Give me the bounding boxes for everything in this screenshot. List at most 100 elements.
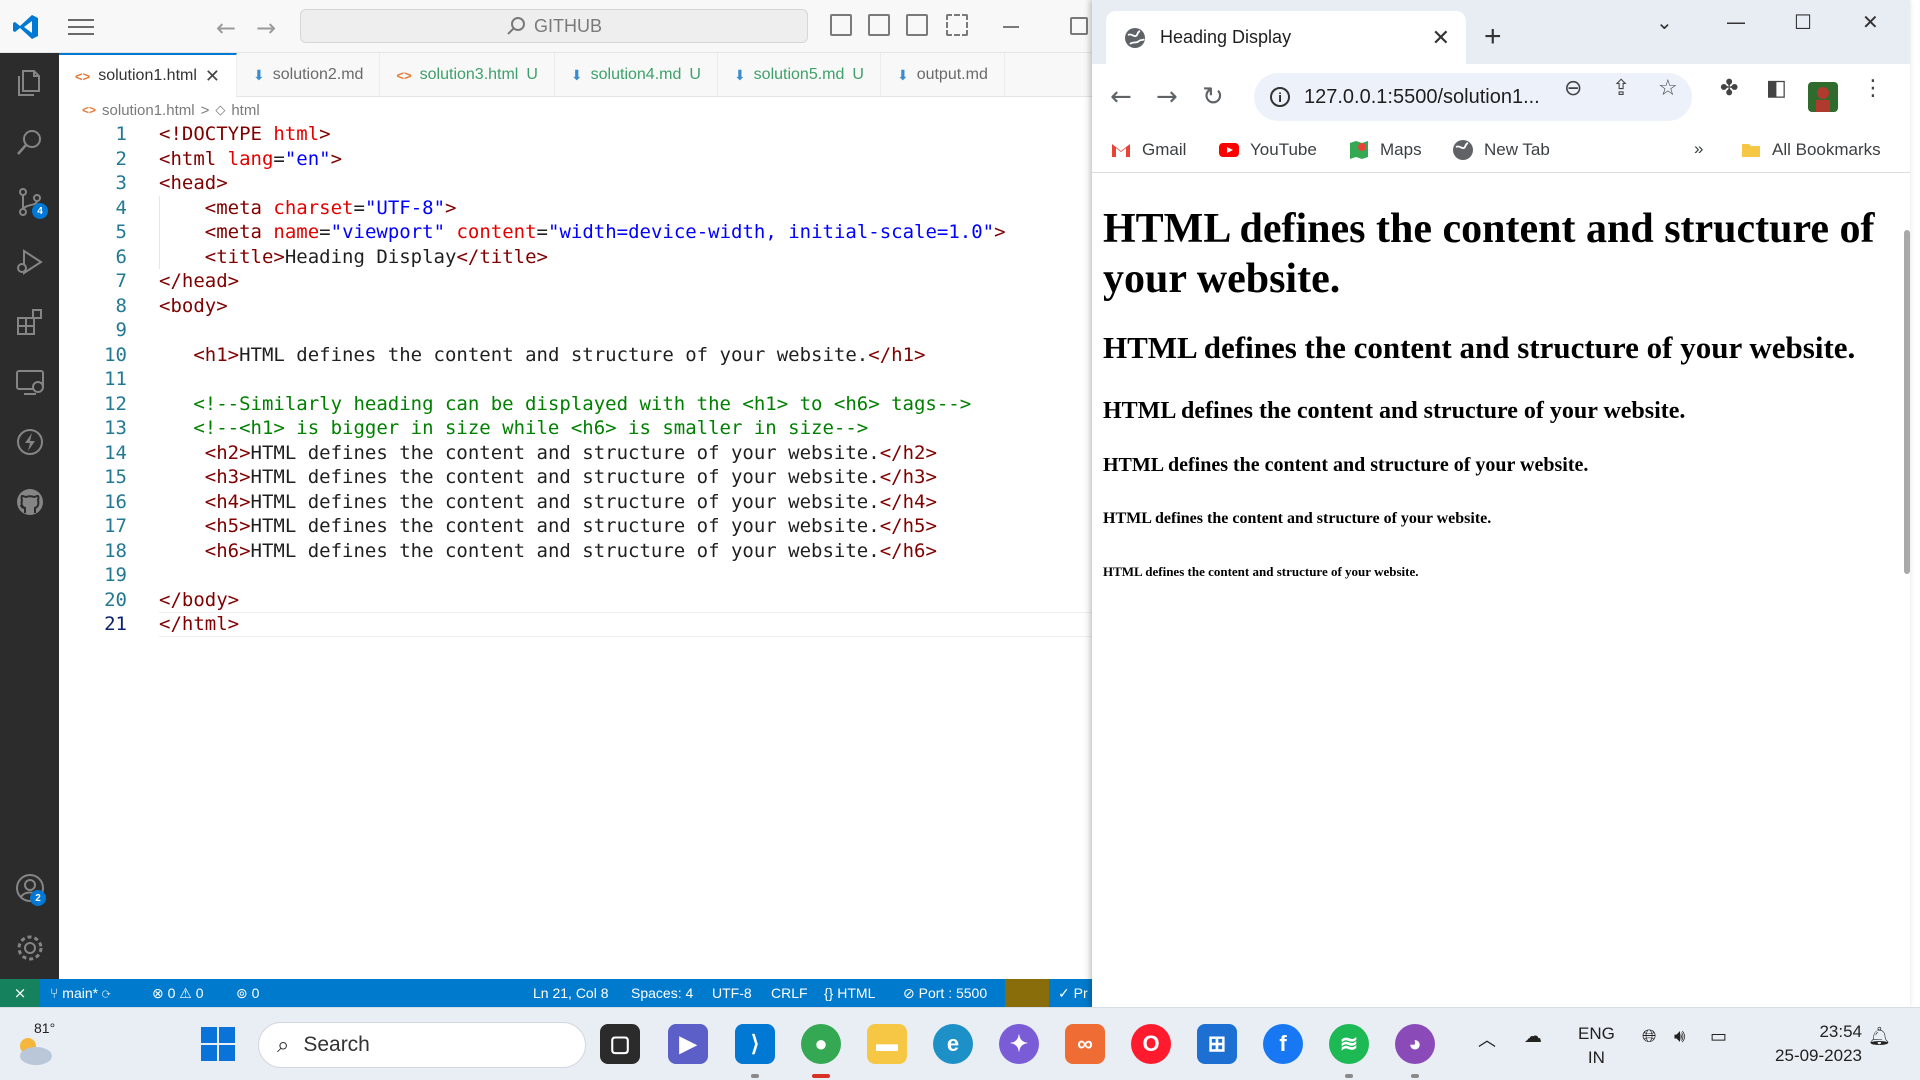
facebook-icon[interactable]: f xyxy=(1263,1024,1303,1064)
file-explorer-icon[interactable]: ▬ xyxy=(867,1024,907,1064)
line-number: 2 xyxy=(115,147,127,170)
vscode-taskbar-icon[interactable]: ⟩ xyxy=(735,1024,775,1064)
code-editor[interactable]: 1 <!DOCTYPE html> 2 <html lang="en"> 3 <head>… xyxy=(59,122,1141,979)
microsoft-store-icon[interactable]: ⊞ xyxy=(1197,1024,1237,1064)
edge-icon[interactable]: e xyxy=(933,1024,973,1064)
editor-tab[interactable]: ⬇ output.md xyxy=(881,53,1005,97)
bookmark-maps[interactable]: Maps xyxy=(1348,139,1422,161)
url-text[interactable]: 127.0.0.1:5500/solution1... xyxy=(1304,86,1540,109)
network-globe-icon[interactable]: 🌐︎ xyxy=(1642,1026,1656,1047)
menu-kebab-icon[interactable]: ⋮ xyxy=(1862,76,1884,101)
accounts-icon[interactable]: 2 xyxy=(14,872,46,906)
minimize-icon[interactable] xyxy=(1003,26,1019,28)
close-tab-icon[interactable]: ✕ xyxy=(205,66,220,87)
reload-icon[interactable]: ↻ xyxy=(1202,82,1224,112)
chrome-taskbar-icon[interactable]: ● xyxy=(801,1024,841,1064)
close-tab-icon[interactable]: ✕ xyxy=(1432,25,1450,51)
copilot-icon[interactable]: ✦ xyxy=(999,1024,1039,1064)
all-bookmarks[interactable]: All Bookmarks xyxy=(1740,139,1881,161)
editor-tab[interactable]: ⬇ solution5.md U xyxy=(718,53,881,97)
cursor-position[interactable]: Ln 21, Col 8 xyxy=(533,979,609,1007)
new-tab-icon[interactable]: + xyxy=(1484,20,1502,54)
clock[interactable]: 23:54 25-09-2023 xyxy=(1775,1020,1862,1068)
indentation-status[interactable]: Spaces: 4 xyxy=(631,979,693,1007)
notification-area[interactable] xyxy=(1005,979,1049,1007)
toggle-panel-icon[interactable] xyxy=(868,14,890,36)
weather-temperature[interactable]: 81° xyxy=(34,1020,55,1036)
breadcrumb-node[interactable]: html xyxy=(231,102,259,119)
task-view-icon[interactable]: ▢ xyxy=(600,1024,640,1064)
browser-tab[interactable]: Heading Display ✕ xyxy=(1106,11,1466,64)
input-language[interactable]: ENG IN xyxy=(1578,1022,1615,1070)
encoding-status[interactable]: UTF-8 xyxy=(712,979,752,1007)
bookmark-gmail[interactable]: Gmail xyxy=(1110,139,1186,161)
github-desktop-icon[interactable]: ◕ xyxy=(1395,1024,1435,1064)
remote-indicator-icon[interactable]: ⨯ xyxy=(0,979,40,1007)
teams-chat-icon[interactable]: ▶ xyxy=(668,1024,708,1064)
taskbar-search[interactable]: ⌕ Search xyxy=(258,1022,586,1068)
show-hidden-icons-chevron[interactable]: ︿ xyxy=(1478,1026,1496,1052)
maximize-icon[interactable] xyxy=(1070,17,1088,35)
source-control-icon[interactable]: 4 xyxy=(14,186,48,219)
remote-explorer-icon[interactable] xyxy=(14,366,46,398)
live-server-port[interactable]: ⊘ Port : 5500 xyxy=(903,979,987,1007)
maximize-window-icon[interactable]: ☐ xyxy=(1794,10,1812,34)
branch-status[interactable]: ⑂ main* ⟳ xyxy=(50,979,110,1007)
profile-avatar[interactable] xyxy=(1808,82,1838,112)
toggle-primary-sidebar-icon[interactable] xyxy=(830,14,852,36)
live-server-icon[interactable] xyxy=(14,426,46,458)
editor-tab[interactable]: <> solution3.html U xyxy=(380,53,555,97)
bookmark-youtube[interactable]: YouTube xyxy=(1218,139,1317,161)
markdown-file-icon: ⬇ xyxy=(733,66,746,83)
bookmark-newtab[interactable]: New Tab xyxy=(1452,139,1550,161)
ports-status[interactable]: ⊚ 0 xyxy=(236,979,259,1007)
volume-icon[interactable]: 🔊︎ xyxy=(1674,1026,1685,1047)
customize-layout-icon[interactable] xyxy=(946,14,968,36)
toggle-secondary-sidebar-icon[interactable] xyxy=(906,14,928,36)
problems-status[interactable]: ⊗ 0 ⚠ 0 xyxy=(152,979,204,1007)
bookmarks-overflow[interactable]: » xyxy=(1694,139,1703,159)
eol-status[interactable]: CRLF xyxy=(771,979,808,1007)
side-panel-icon[interactable]: ◧ xyxy=(1766,76,1787,101)
language-mode[interactable]: {} HTML xyxy=(824,979,875,1007)
run-debug-icon[interactable] xyxy=(14,246,46,278)
code-token: <!DOCTYPE xyxy=(159,123,274,145)
back-icon[interactable]: ← xyxy=(1110,82,1132,112)
forward-icon[interactable]: → xyxy=(1156,82,1178,112)
command-center-search[interactable]: GITHUB xyxy=(300,9,808,43)
editor-tab-label: solution5.md xyxy=(753,66,845,83)
site-info-icon[interactable]: i xyxy=(1270,87,1290,107)
ports-count: 0 xyxy=(251,985,260,1001)
forward-arrow-icon[interactable]: → xyxy=(256,14,276,42)
office-app-icon[interactable]: ∞ xyxy=(1065,1024,1105,1064)
back-arrow-icon[interactable]: ← xyxy=(216,14,236,42)
github-icon[interactable] xyxy=(14,486,46,518)
editor-tab[interactable]: ⬇ solution4.md U xyxy=(555,53,718,97)
zoom-icon[interactable]: ⊖ xyxy=(1564,76,1582,101)
close-window-icon[interactable]: ✕ xyxy=(1862,10,1879,34)
page-heading-h6: HTML defines the content and structure o… xyxy=(1103,564,1419,579)
page-scrollbar[interactable] xyxy=(1904,230,1910,574)
source-control-badge: 4 xyxy=(32,203,48,219)
menu-icon[interactable] xyxy=(68,17,94,37)
code-token: <title> xyxy=(204,245,285,268)
battery-icon[interactable]: ▭ xyxy=(1710,1026,1727,1047)
spotify-icon[interactable]: ≋ xyxy=(1329,1024,1369,1064)
search-sidebar-icon[interactable] xyxy=(14,126,46,158)
extensions-icon[interactable] xyxy=(14,306,46,338)
prettier-status[interactable]: ✓ Pr xyxy=(1058,979,1088,1007)
share-icon[interactable]: ⇪ xyxy=(1612,76,1630,101)
windows-start-icon[interactable] xyxy=(200,1026,236,1062)
bookmark-star-icon[interactable]: ☆ xyxy=(1658,76,1678,101)
opera-icon[interactable]: O xyxy=(1131,1024,1171,1064)
onedrive-cloud-icon[interactable]: ☁ xyxy=(1524,1026,1542,1047)
breadcrumb-file[interactable]: solution1.html xyxy=(102,102,195,119)
tab-search-chevron-icon[interactable]: ⌄ xyxy=(1656,10,1673,34)
editor-tab[interactable]: ⬇ solution2.md xyxy=(237,53,381,97)
editor-tab[interactable]: <> solution1.html ✕ xyxy=(59,53,237,97)
notifications-bell-icon[interactable]: 🔔︎ xyxy=(1868,1026,1891,1047)
settings-gear-icon[interactable] xyxy=(14,932,46,964)
minimize-window-icon[interactable]: — xyxy=(1726,10,1746,34)
explorer-icon[interactable] xyxy=(14,67,46,99)
extensions-puzzle-icon[interactable]: ✤ xyxy=(1720,76,1738,101)
